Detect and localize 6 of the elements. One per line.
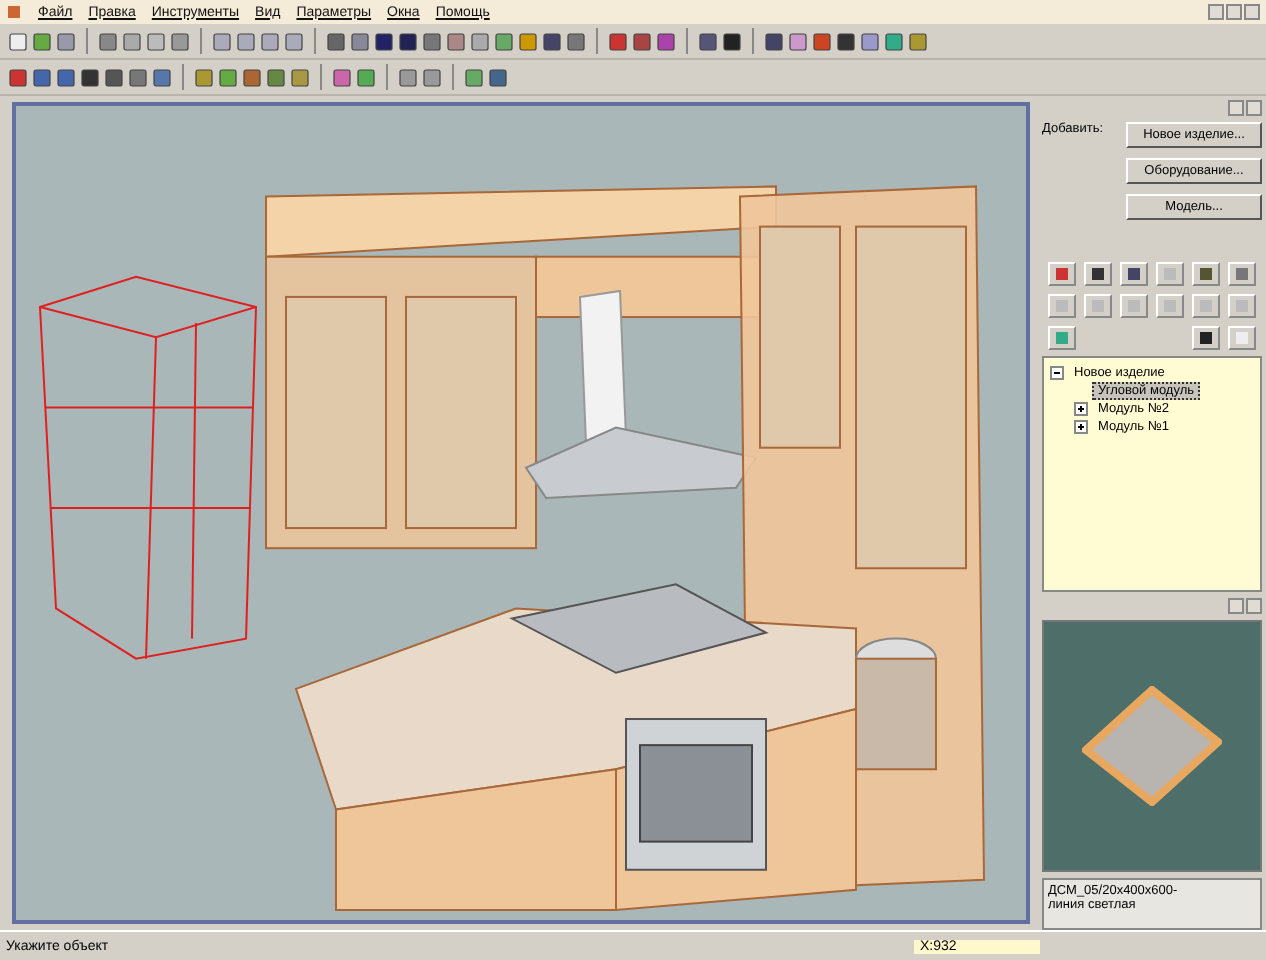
panel-preview-drawing (1082, 686, 1222, 806)
3d-viewport[interactable] (12, 102, 1030, 924)
expand-icon[interactable] (1074, 420, 1088, 434)
collapse-icon[interactable] (1050, 366, 1064, 380)
app-icon (6, 4, 22, 20)
expand-icon[interactable] (1074, 402, 1088, 416)
